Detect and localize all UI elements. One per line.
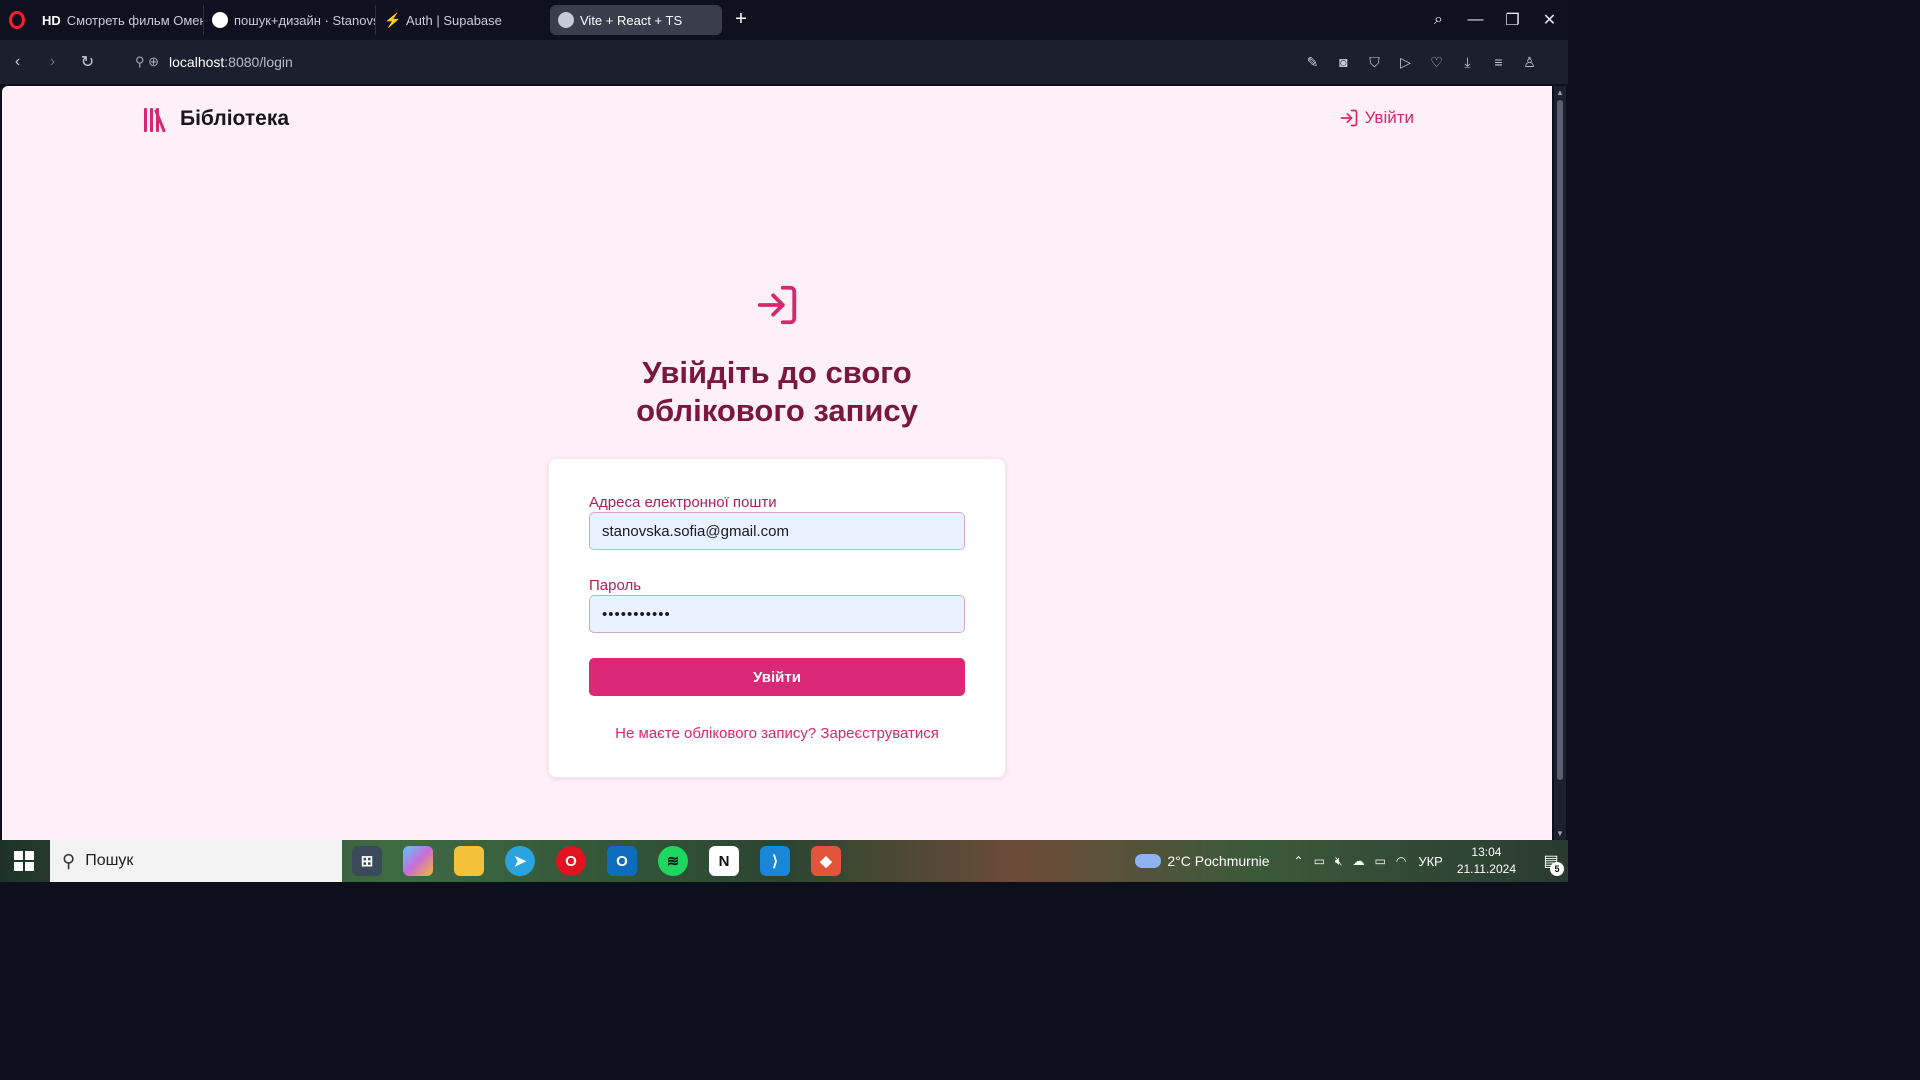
url-path: :8080/login xyxy=(224,54,293,70)
page-scrollbar[interactable]: ▲ ▼ xyxy=(1554,86,1566,840)
password-field[interactable]: ••••••••••• xyxy=(589,595,965,633)
site-settings-icon[interactable]: ⚲ ⊕ xyxy=(135,54,159,70)
download-icon[interactable]: ⤓ xyxy=(1459,54,1476,71)
browser-search-icon[interactable]: ⌕ xyxy=(1420,11,1457,29)
hd-badge: HD xyxy=(42,12,61,28)
easy-setup-icon[interactable]: ≡ xyxy=(1490,54,1507,70)
scroll-up-arrow[interactable]: ▲ xyxy=(1554,88,1566,97)
search-placeholder: Пошук xyxy=(85,852,134,869)
tab-vite-active[interactable]: Vite + React + TS xyxy=(550,5,722,35)
clock-date: 21.11.2024 xyxy=(1456,862,1516,876)
camera-icon[interactable]: ▭ xyxy=(1314,854,1325,869)
url-host: localhost xyxy=(169,54,225,70)
tab-label: Vite + React + TS xyxy=(580,12,683,28)
title-line-1: Увійдіть до свого xyxy=(642,355,912,390)
search-icon: ⚲ xyxy=(62,850,76,871)
cloud-icon xyxy=(1135,854,1162,868)
tab-label: Auth | Supabase xyxy=(406,12,502,28)
tray-icons: ⌃ ▭ 🔇︎ ☁ ▭ ◠ xyxy=(1294,854,1407,869)
new-tab-button[interactable]: + xyxy=(730,9,752,31)
title-line-2: облікового запису xyxy=(636,393,918,428)
back-button[interactable]: ‹ xyxy=(0,53,35,71)
wifi-icon[interactable]: ◠ xyxy=(1396,854,1406,869)
opera-icon[interactable]: O xyxy=(556,846,586,876)
restore-button[interactable]: ❐ xyxy=(1494,10,1531,30)
profile-icon[interactable]: ♙ xyxy=(1521,54,1538,71)
onedrive-icon[interactable]: ☁ xyxy=(1352,854,1364,869)
login-form-card: Адреса електронної пошти stanovska.sofia… xyxy=(548,458,1006,778)
edit-icon[interactable]: ✎ xyxy=(1304,54,1321,71)
brand-name: Бібліотека xyxy=(180,107,290,130)
telegram-icon[interactable]: ➤ xyxy=(505,846,535,876)
language-indicator[interactable]: УКР xyxy=(1418,854,1443,869)
tab-supabase[interactable]: ⚡ Auth | Supabase xyxy=(376,5,546,35)
tab-label: Смотреть фильм Омен о xyxy=(66,12,204,28)
shield-icon[interactable]: ⛉ xyxy=(1366,54,1383,71)
minimize-button[interactable]: — xyxy=(1457,11,1494,29)
tab-bar: HD Смотреть фильм Омен о пошук+дизайн · … xyxy=(0,0,1568,40)
close-button[interactable]: ✕ xyxy=(1531,10,1568,30)
volume-muted-icon[interactable]: 🔇︎ xyxy=(1335,854,1343,869)
url-field[interactable]: ⚲ ⊕ localhost:8080/login xyxy=(135,54,293,70)
browser-window: HD Смотреть фильм Омен о пошук+дизайн · … xyxy=(0,0,1568,882)
password-label: Пароль xyxy=(589,577,642,594)
heart-icon[interactable]: ♡ xyxy=(1428,54,1445,71)
scroll-down-arrow[interactable]: ▼ xyxy=(1554,829,1566,838)
notifications-button[interactable]: ▤ 5 xyxy=(1534,840,1568,882)
notion-icon[interactable]: N xyxy=(709,846,739,876)
windows-taskbar: ⚲ Пошук ⊞ ➤ O O ≋ N ⟩ ◆ 2°C Pochmurnie ⌃… xyxy=(0,840,1568,882)
widgets-icon[interactable]: ⊞ xyxy=(352,846,382,876)
github-icon xyxy=(212,12,228,28)
weather-widget[interactable]: 2°C Pochmurnie xyxy=(1135,853,1270,869)
vscode-icon[interactable]: ⟩ xyxy=(760,846,790,876)
taskbar-search[interactable]: ⚲ Пошук xyxy=(50,840,342,882)
notification-count: 5 xyxy=(1550,862,1564,876)
header-login-link[interactable]: Увійти xyxy=(1339,108,1414,128)
window-controls: ⌕ — ❐ ✕ xyxy=(1420,0,1568,40)
tab-github[interactable]: пошук+дизайн · Stanovsk xyxy=(204,5,376,35)
login-button[interactable]: Увійти xyxy=(589,658,965,696)
library-icon xyxy=(142,106,170,133)
reload-button[interactable]: ↻ xyxy=(70,52,105,72)
toolbar-icons: ✎ ◙ ⛉ ▷ ♡ ⤓ ≡ ♙ xyxy=(1304,40,1538,84)
git-icon[interactable]: ◆ xyxy=(811,846,841,876)
email-field[interactable]: stanovska.sofia@gmail.com xyxy=(589,512,965,550)
start-button[interactable] xyxy=(14,851,34,871)
taskbar-apps: ⊞ ➤ O O ≋ N ⟩ ◆ xyxy=(352,840,841,882)
file-explorer-icon[interactable] xyxy=(454,846,484,876)
supabase-icon: ⚡ xyxy=(384,12,402,28)
spotify-icon[interactable]: ≋ xyxy=(658,846,688,876)
camera-icon[interactable]: ◙ xyxy=(1335,54,1352,70)
weather-text: 2°C Pochmurnie xyxy=(1167,853,1270,869)
battery-icon[interactable]: ▭ xyxy=(1374,854,1385,869)
register-link[interactable]: Не маєте облікового запису? Зареєструват… xyxy=(549,725,1005,742)
login-icon xyxy=(1340,109,1357,127)
forward-button[interactable]: › xyxy=(35,53,70,71)
outlook-icon[interactable]: O xyxy=(607,846,637,876)
scrollbar-thumb[interactable] xyxy=(1557,100,1563,780)
tab-movie[interactable]: HD Смотреть фильм Омен о xyxy=(34,5,204,35)
login-icon xyxy=(757,285,797,325)
page-title: Увійдіть до свого облікового запису xyxy=(502,354,1052,430)
clock[interactable]: 13:04 21.11.2024 xyxy=(1457,844,1516,878)
play-icon[interactable]: ▷ xyxy=(1397,54,1414,71)
web-page: Бібліотека Увійти Увійдіть до свого облі… xyxy=(2,86,1552,840)
brand-logo[interactable]: Бібліотека xyxy=(142,106,290,133)
opera-menu-icon[interactable] xyxy=(0,0,34,40)
header-login-label: Увійти xyxy=(1364,108,1414,127)
globe-icon xyxy=(558,12,574,28)
chevron-up-icon[interactable]: ⌃ xyxy=(1294,854,1304,869)
address-bar: ‹ › ↻ ⚲ ⊕ localhost:8080/login ✎ ◙ ⛉ ▷ ♡… xyxy=(0,40,1568,114)
system-tray: 2°C Pochmurnie ⌃ ▭ 🔇︎ ☁ ▭ ◠ УКР 13:04 21… xyxy=(1135,840,1568,882)
copilot-icon[interactable] xyxy=(403,846,433,876)
email-label: Адреса електронної пошти xyxy=(589,494,777,511)
clock-time: 13:04 xyxy=(1471,845,1502,859)
tab-label: пошук+дизайн · Stanovsk xyxy=(234,12,376,28)
